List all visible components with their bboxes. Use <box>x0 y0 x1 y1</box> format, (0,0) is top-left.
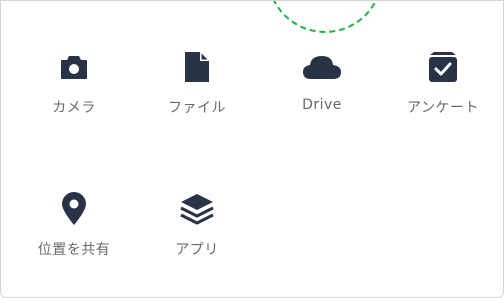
file-icon <box>177 47 217 87</box>
menu-item-label: 位置を共有 <box>37 242 111 258</box>
cloud-icon <box>302 47 342 87</box>
attachment-menu-panel: カメラ ファイル Drive アンケート 位置を共有 アプリ <box>0 0 504 298</box>
camera-icon <box>54 47 94 87</box>
menu-item-camera[interactable]: カメラ <box>24 47 124 127</box>
location-pin-icon <box>54 189 94 229</box>
menu-item-survey[interactable]: アンケート <box>393 47 493 127</box>
menu-item-share-location[interactable]: 位置を共有 <box>24 189 124 269</box>
menu-item-label: ファイル <box>168 100 226 116</box>
add-button-ring[interactable] <box>267 1 383 33</box>
menu-item-file[interactable]: ファイル <box>147 47 247 127</box>
menu-item-label: アプリ <box>175 242 219 258</box>
survey-box-icon <box>423 47 463 87</box>
menu-item-label: Drive <box>302 97 342 113</box>
menu-item-drive[interactable]: Drive <box>272 47 372 127</box>
menu-item-apps[interactable]: アプリ <box>147 189 247 269</box>
menu-item-label: カメラ <box>52 100 96 116</box>
menu-item-label: アンケート <box>407 100 479 116</box>
layers-icon <box>177 189 217 229</box>
